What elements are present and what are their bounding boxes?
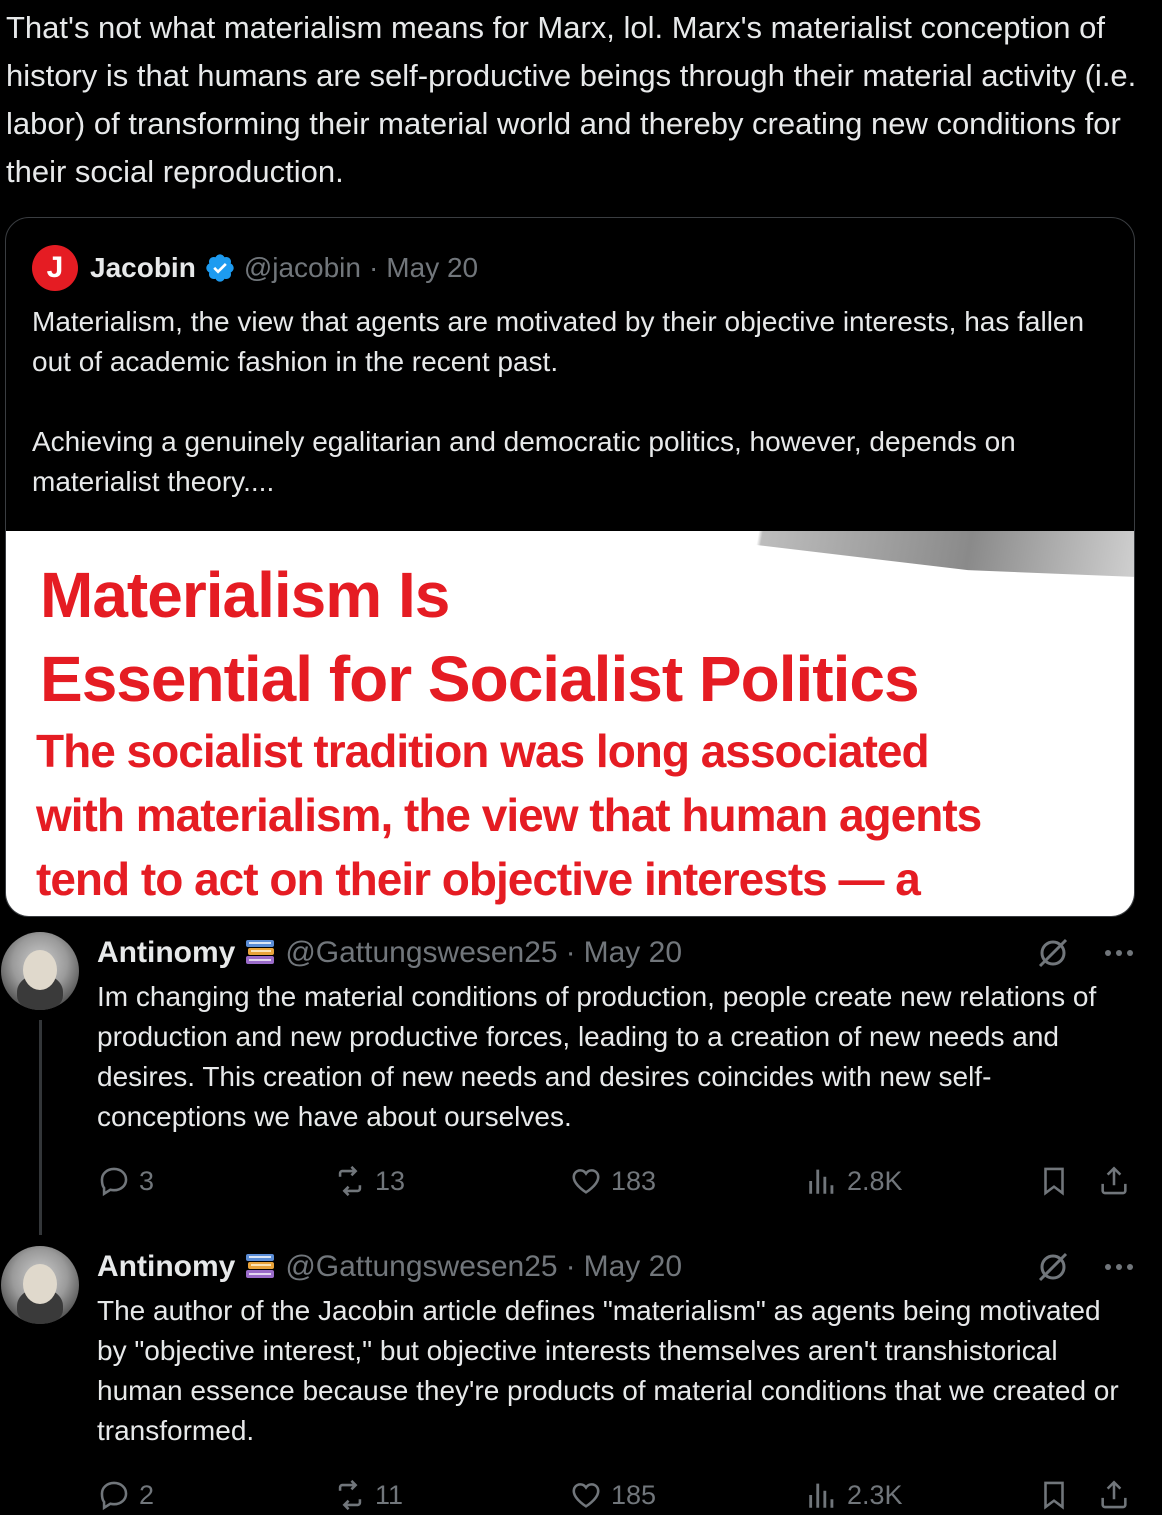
quoted-tweet-date[interactable]: May 20 [386,252,478,284]
quoted-author-handle[interactable]: @jacobin [244,252,361,284]
books-emoji-icon [246,940,275,964]
repost-button[interactable]: 11 [333,1475,403,1515]
grok-icon[interactable] [1036,1250,1070,1284]
repost-count: 11 [375,1479,404,1510]
tweet-date[interactable]: May 20 [584,936,682,970]
author-name[interactable]: Antinomy [97,1250,235,1284]
tweet-main-text: That's not what materialism means for Ma… [6,10,1137,189]
share-icon [1101,1480,1127,1509]
reply-button[interactable]: 3 [97,1161,154,1201]
repost-button[interactable]: 13 [333,1161,405,1201]
repost-icon [338,1479,362,1511]
article-subheadline: The socialist tradition was long associa… [36,725,982,905]
like-count: 185 [611,1479,657,1510]
more-icon[interactable] [1104,948,1134,958]
avatar[interactable] [1,1246,79,1324]
article-headline: Materialism Is Essential for Socialist P… [40,559,920,715]
action-bar: 2 11 185 2.3K [97,1475,1137,1515]
reply-tweet[interactable]: Antinomy @Gattungswesen25 · May 20 The a… [0,1245,1162,1511]
reply-top-icons [1036,1245,1134,1289]
quoted-tweet-body: Materialism, the view that agents are mo… [32,306,1085,497]
share-icon [1101,1166,1127,1195]
like-button[interactable]: 183 [569,1161,656,1201]
views-count: 2.3K [847,1479,903,1510]
author-name[interactable]: Antinomy [97,936,235,970]
reply-top-icons [1036,931,1134,975]
separator: · [368,252,379,283]
jacobin-logo-letter: J [46,251,64,284]
avatar-face [23,1264,57,1304]
reply-body: Im changing the material conditions of p… [97,981,1097,1132]
action-bar: 3 13 183 2.8K [97,1161,1137,1201]
reply-count: 3 [139,1165,155,1196]
tweet-date[interactable]: May 20 [584,1250,682,1284]
repost-count: 13 [375,1165,406,1196]
quoted-tweet-header: J Jacobin @jacobin · May 20 [32,245,478,291]
views-count: 2.8K [847,1165,903,1196]
reply-header: Antinomy @Gattungswesen25 · May 20 [97,1245,682,1289]
reply-header: Antinomy @Gattungswesen25 · May 20 [97,931,682,975]
separator: · [565,1250,576,1283]
quoted-tweet[interactable]: J Jacobin @jacobin · May 20 Materialism,… [5,217,1135,917]
like-icon [572,1483,600,1508]
jacobin-avatar[interactable]: J [32,245,78,291]
like-count: 183 [611,1165,657,1196]
books-emoji-icon [246,1254,275,1278]
bookmark-button[interactable] [1037,1475,1071,1515]
reply-body: The author of the Jacobin article define… [97,1295,1119,1446]
author-handle[interactable]: @Gattungswesen25 [285,1250,557,1284]
separator: · [565,936,576,969]
quoted-author-name[interactable]: Jacobin [90,252,196,284]
article-preview-image[interactable]: Materialism Is Essential for Socialist P… [6,531,1134,916]
share-button[interactable] [1097,1161,1131,1201]
reply-button[interactable]: 2 [97,1475,154,1515]
views-icon [809,1483,834,1508]
avatar[interactable] [1,932,79,1010]
like-button[interactable]: 185 [569,1475,656,1515]
bookmark-icon [1044,1481,1064,1510]
reply-icon [100,1481,128,1511]
verified-badge-icon [206,254,234,282]
share-button[interactable] [1097,1475,1131,1515]
views-button[interactable]: 2.3K [805,1475,903,1515]
bookmark-button[interactable] [1037,1161,1071,1201]
views-button[interactable]: 2.8K [805,1161,903,1201]
avatar-face [23,950,57,990]
author-handle[interactable]: @Gattungswesen25 [285,936,557,970]
reply-count: 2 [139,1479,155,1510]
like-icon [572,1169,600,1194]
reply-tweet[interactable]: Antinomy @Gattungswesen25 · May 20 Im ch… [0,931,1162,1221]
views-icon [809,1169,834,1194]
repost-icon [338,1165,362,1197]
bookmark-icon [1044,1167,1064,1196]
reply-icon [100,1167,128,1197]
grok-icon[interactable] [1036,936,1070,970]
more-icon[interactable] [1104,1262,1134,1272]
